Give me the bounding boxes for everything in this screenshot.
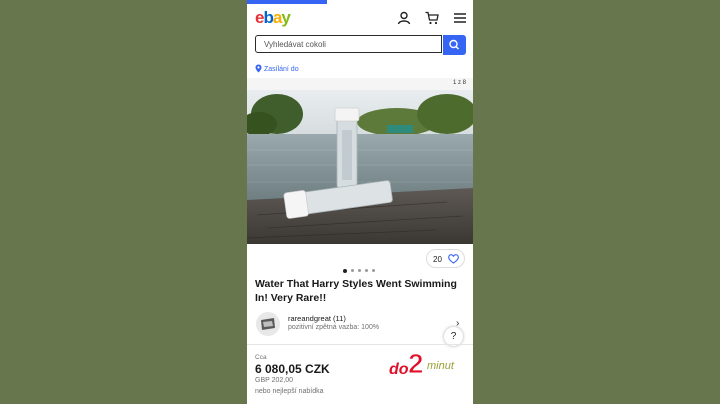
cart-icon[interactable] xyxy=(425,11,439,25)
divider xyxy=(247,344,473,345)
gallery-pagination xyxy=(343,262,379,273)
seller-avatar[interactable] xyxy=(256,312,280,336)
watchers-count: 20 xyxy=(433,255,442,264)
seller-name[interactable]: rareandgreat (11) xyxy=(288,314,346,323)
channel-watermark-logo: do 2 minut xyxy=(389,349,455,379)
image-counter: 1 z 8 xyxy=(452,80,466,86)
pagination-dot[interactable] xyxy=(351,269,354,273)
approx-label: Cca xyxy=(255,354,267,361)
pagination-dot[interactable] xyxy=(372,269,375,273)
svg-text:do: do xyxy=(389,361,409,378)
watch-button[interactable]: 20 xyxy=(426,249,465,268)
ebay-logo[interactable]: ebay xyxy=(255,8,291,28)
user-icon[interactable] xyxy=(397,11,411,25)
search-bar: Vyhledávat cokoli xyxy=(255,35,466,55)
video-progress-bar xyxy=(247,0,327,4)
pagination-dot[interactable] xyxy=(343,268,347,273)
seller-feedback: pozitivní zpětná vazba: 100% xyxy=(288,324,380,331)
listing-title: Water That Harry Styles Went Swimming In… xyxy=(255,278,457,304)
menu-icon[interactable] xyxy=(453,11,467,25)
search-input[interactable]: Vyhledávat cokoli xyxy=(255,35,442,53)
pagination-dot[interactable] xyxy=(365,269,368,273)
ebay-mobile-page: ebay Vyhledávat cokoli Zasílání do 1 z 8… xyxy=(247,0,473,404)
heart-icon xyxy=(448,254,459,264)
search-icon xyxy=(449,39,460,50)
gallery-header: 1 z 8 xyxy=(247,78,473,90)
price: 6 080,05 CZK xyxy=(255,362,330,376)
search-button[interactable] xyxy=(443,35,466,55)
location-pin-icon xyxy=(255,64,262,73)
svg-text:2: 2 xyxy=(408,349,424,379)
pagination-dot[interactable] xyxy=(358,269,361,273)
original-price: GBP 202,00 xyxy=(255,377,294,384)
seller-logo-icon xyxy=(261,318,275,330)
svg-text:minut: minut xyxy=(427,360,455,372)
product-image[interactable] xyxy=(247,90,473,244)
best-offer-label: nebo nejlepší nabídka xyxy=(255,388,324,395)
ship-to-link[interactable]: Zasílání do xyxy=(255,64,299,73)
ship-to-label: Zasílání do xyxy=(263,66,299,73)
header: ebay xyxy=(247,6,473,30)
